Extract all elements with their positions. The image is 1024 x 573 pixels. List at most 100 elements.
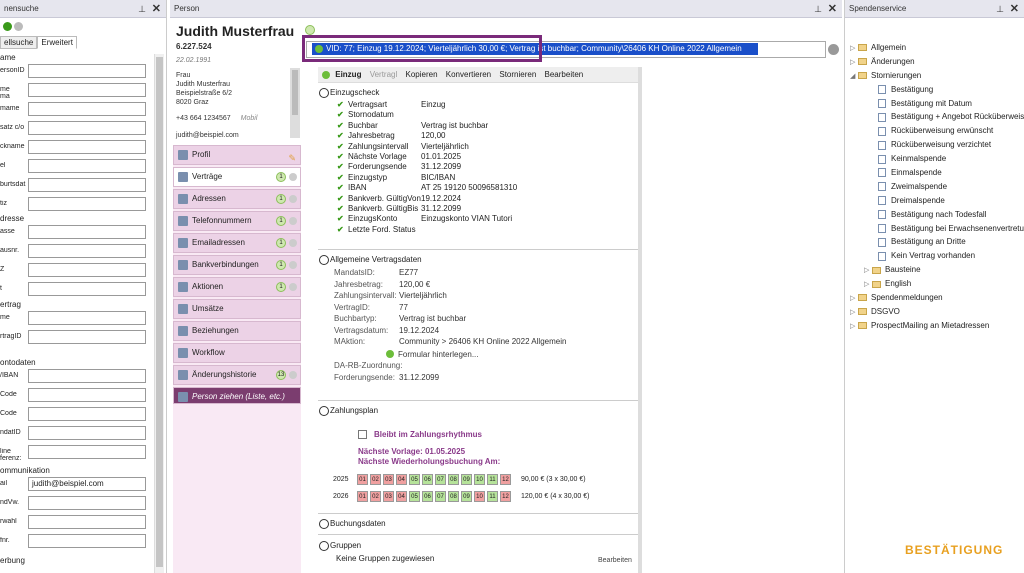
tree-item[interactable]: ▷ DSGVO <box>850 305 1024 319</box>
search-go-icon[interactable] <box>3 22 12 31</box>
nav-item[interactable]: Verträge 1 <box>173 167 301 187</box>
search-field-input[interactable] <box>28 388 146 402</box>
nav-item[interactable]: Änderungshistorie 13 <box>173 365 301 385</box>
month-cell[interactable]: 10 <box>474 491 485 502</box>
toolbar-vertragl[interactable]: Vertragl <box>370 70 398 79</box>
search-field-input[interactable] <box>28 244 146 258</box>
search-field-input[interactable] <box>28 407 146 421</box>
add-icon[interactable] <box>289 261 297 269</box>
month-cell[interactable]: 01 <box>357 474 368 485</box>
left-scrollbar[interactable] <box>154 54 164 573</box>
month-cell[interactable]: 10 <box>474 474 485 485</box>
add-contract-icon[interactable] <box>305 25 315 35</box>
tree-item[interactable]: Rücküberweisung erwünscht <box>850 124 1024 138</box>
toolbar-bearbeiten[interactable]: Bearbeiten <box>545 70 584 79</box>
tree-item[interactable]: Zweimalspende <box>850 180 1024 194</box>
month-cell[interactable]: 09 <box>461 474 472 485</box>
tree-item[interactable]: Dreimalspende <box>850 194 1024 208</box>
search-field-input[interactable]: judith@beispiel.com <box>28 477 146 491</box>
tree-item[interactable]: Einmalspende <box>850 166 1024 180</box>
month-cell[interactable]: 02 <box>370 474 381 485</box>
tree-item[interactable]: Rücküberweisung verzichtet <box>850 138 1024 152</box>
add-icon[interactable] <box>289 283 297 291</box>
search-field-input[interactable] <box>28 426 146 440</box>
month-cell[interactable]: 04 <box>396 474 407 485</box>
tree-item[interactable]: ▷ English <box>850 277 1024 291</box>
month-cell[interactable]: 08 <box>448 474 459 485</box>
tree-item[interactable]: Bestätigung an Dritte <box>850 235 1024 249</box>
gruppen-title[interactable]: Gruppen <box>318 539 638 553</box>
nav-item[interactable]: Beziehungen <box>173 321 301 341</box>
search-field-input[interactable] <box>28 197 146 211</box>
tree-item[interactable]: ▷ Allgemein <box>850 41 1024 55</box>
pin-icon[interactable]: ⊥ <box>814 0 822 18</box>
search-field-input[interactable] <box>28 330 146 344</box>
toolbar-kopieren[interactable]: Kopieren <box>406 70 438 79</box>
tree-item[interactable]: Bestätigung + Angebot Rücküberweisu <box>850 110 1024 124</box>
search-field-input[interactable] <box>28 534 146 548</box>
gear-icon[interactable] <box>828 44 839 55</box>
month-cell[interactable]: 11 <box>487 474 498 485</box>
search-field-input[interactable] <box>28 445 146 459</box>
zahlungsplan-title[interactable]: Zahlungsplan <box>318 404 638 418</box>
toolbar-konvertieren[interactable]: Konvertieren <box>446 70 491 79</box>
search-field-input[interactable] <box>28 140 146 154</box>
buchungsdaten-title[interactable]: Buchungsdaten <box>318 517 638 531</box>
month-cell[interactable]: 06 <box>422 491 433 502</box>
close-icon[interactable]: ✕ <box>152 0 161 18</box>
search-field-input[interactable] <box>28 225 146 239</box>
expand-icon[interactable]: ▷ <box>864 264 872 278</box>
search-field-input[interactable] <box>28 263 146 277</box>
month-cell[interactable]: 12 <box>500 491 511 502</box>
tree-item[interactable]: Bestätigung mit Datum <box>850 97 1024 111</box>
search-field-input[interactable] <box>28 83 146 97</box>
tree-item[interactable]: Keinmalspende <box>850 152 1024 166</box>
expand-icon[interactable]: ▷ <box>850 56 858 70</box>
nav-item[interactable]: Emailadressen 1 <box>173 233 301 253</box>
nav-item[interactable]: Umsätze <box>173 299 301 319</box>
search-field-input[interactable] <box>28 496 146 510</box>
tree-item[interactable]: ▷ Änderungen <box>850 55 1024 69</box>
search-field-input[interactable] <box>28 515 146 529</box>
add-icon[interactable] <box>289 173 297 181</box>
month-cell[interactable]: 07 <box>435 474 446 485</box>
expand-icon[interactable]: ▷ <box>850 42 858 56</box>
tab-erweitert[interactable]: Erweitert <box>37 36 77 49</box>
edit-icon[interactable]: ✎ <box>288 149 296 167</box>
expand-icon[interactable]: ▷ <box>864 278 872 292</box>
search-field-input[interactable] <box>28 121 146 135</box>
gruppen-edit-link[interactable]: Bearbeiten <box>598 557 632 564</box>
tree-item[interactable]: ▷ Spendenmeldungen <box>850 291 1024 305</box>
nav-item[interactable]: Telefonnummern 1 <box>173 211 301 231</box>
search-field-input[interactable] <box>28 178 146 192</box>
expand-icon[interactable]: ▷ <box>850 306 858 320</box>
search-field-input[interactable] <box>28 369 146 383</box>
tab-schnellsuche[interactable]: ellsuche <box>0 36 38 49</box>
close-icon[interactable]: ✕ <box>828 0 837 18</box>
tree-item[interactable]: Bestätigung <box>850 83 1024 97</box>
pin-icon[interactable]: ⊥ <box>138 0 146 18</box>
nav-item[interactable]: Workflow <box>173 343 301 363</box>
pin-icon[interactable]: ⊥ <box>996 0 1004 18</box>
vertragsdaten-title[interactable]: Allgemeine Vertragsdaten <box>318 253 638 267</box>
month-cell[interactable]: 06 <box>422 474 433 485</box>
month-cell[interactable]: 05 <box>409 474 420 485</box>
tree-item[interactable]: ▷ ProspectMailing an Mietadressen <box>850 319 1024 333</box>
add-icon[interactable] <box>289 195 297 203</box>
tree-item[interactable]: Bestätigung nach Todesfall <box>850 208 1024 222</box>
nav-item[interactable]: Bankverbindungen 1 <box>173 255 301 275</box>
expand-icon[interactable]: ▷ <box>850 320 858 334</box>
add-icon[interactable] <box>289 239 297 247</box>
tree-item[interactable]: Kein Vertrag vorhanden <box>850 249 1024 263</box>
month-cell[interactable]: 02 <box>370 491 381 502</box>
expand-icon[interactable]: ◢ <box>850 70 858 84</box>
nav-item[interactable]: Person ziehen (Liste, etc.) <box>173 387 301 404</box>
month-cell[interactable]: 05 <box>409 491 420 502</box>
search-field-input[interactable] <box>28 64 146 78</box>
clear-icon[interactable] <box>14 22 23 31</box>
search-field-input[interactable] <box>28 311 146 325</box>
nav-item[interactable]: Aktionen 1 <box>173 277 301 297</box>
month-cell[interactable]: 03 <box>383 474 394 485</box>
month-cell[interactable]: 08 <box>448 491 459 502</box>
tree-item[interactable]: ◢ Stornierungen <box>850 69 1024 83</box>
